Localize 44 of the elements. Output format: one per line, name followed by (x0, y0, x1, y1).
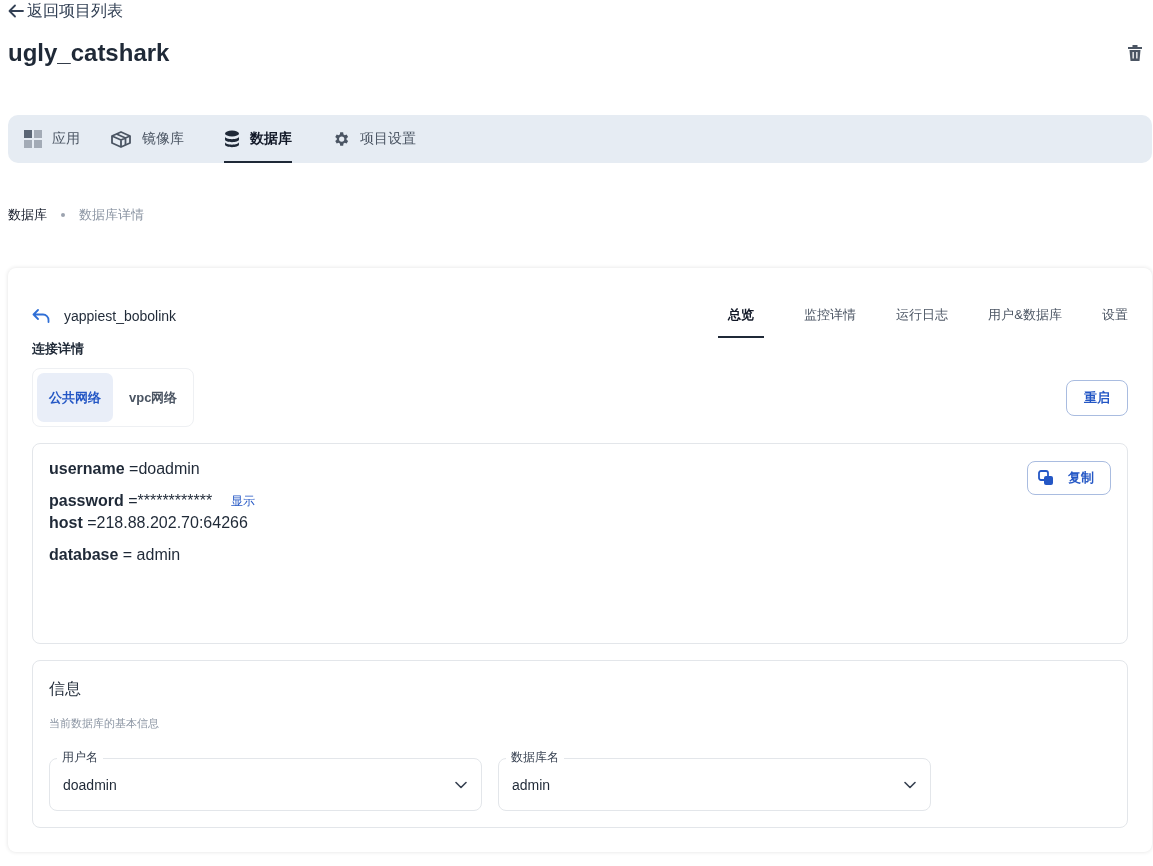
database-name: yappiest_bobolink (64, 308, 177, 324)
detail-tab[interactable]: 总览 (718, 292, 765, 338)
grid-icon (24, 130, 42, 148)
box-icon (110, 129, 132, 149)
nav-tab[interactable]: 项目设置 (332, 115, 416, 163)
select-value: doadmin (63, 776, 117, 793)
detail-tab[interactable]: 设置 (1102, 292, 1128, 338)
project-title: ugly_catshark (8, 38, 170, 68)
return-arrow-icon (32, 309, 50, 323)
select-field[interactable]: 用户名 doadmin (49, 750, 482, 811)
breadcrumb-separator (61, 213, 65, 217)
chevron-down-icon (455, 780, 467, 789)
connection-field: username =doadmin (49, 459, 200, 479)
restart-button[interactable]: 重启 (1066, 379, 1128, 416)
connection-field: database = admin (49, 545, 181, 565)
return-button[interactable] (32, 309, 50, 323)
network-tab[interactable]: vpc网络 (117, 373, 190, 422)
detail-tab[interactable]: 监控详情 (804, 292, 857, 338)
info-title: 信息 (49, 679, 82, 699)
chevron-down-icon (904, 780, 916, 789)
nav-tab[interactable]: 镜像库 (110, 115, 184, 163)
nav-tab[interactable]: 数据库 (224, 115, 292, 163)
database-icon (224, 130, 240, 148)
arrow-left-icon (8, 4, 24, 18)
show-password-link[interactable]: 显示 (231, 491, 256, 511)
select-field[interactable]: 数据库名 admin (498, 750, 931, 811)
section-heading: 连接详情 (32, 340, 85, 358)
select-value: admin (512, 776, 551, 793)
detail-tab[interactable]: 用户&数据库 (988, 292, 1062, 338)
network-tab[interactable]: 公共网络 (37, 373, 113, 422)
breadcrumb-item[interactable]: 数据库 (8, 206, 47, 224)
field-label: 数据库名 (506, 750, 564, 764)
connection-field: password =************ (49, 491, 213, 511)
field-label: 用户名 (57, 750, 103, 764)
breadcrumb-item: 数据库详情 (79, 206, 144, 224)
connection-field: host =218.88.202.70:64266 (49, 513, 248, 533)
trash-icon (1128, 45, 1142, 61)
nav-tab[interactable]: 应用 (24, 115, 80, 163)
info-subtitle: 当前数据库的基本信息 (49, 716, 160, 731)
delete-button[interactable] (1128, 45, 1142, 61)
copy-button[interactable]: 复制 (1027, 461, 1111, 495)
detail-tab[interactable]: 运行日志 (896, 292, 949, 338)
back-link[interactable]: 返回项目列表 (8, 1, 123, 21)
copy-icon (1038, 470, 1054, 486)
